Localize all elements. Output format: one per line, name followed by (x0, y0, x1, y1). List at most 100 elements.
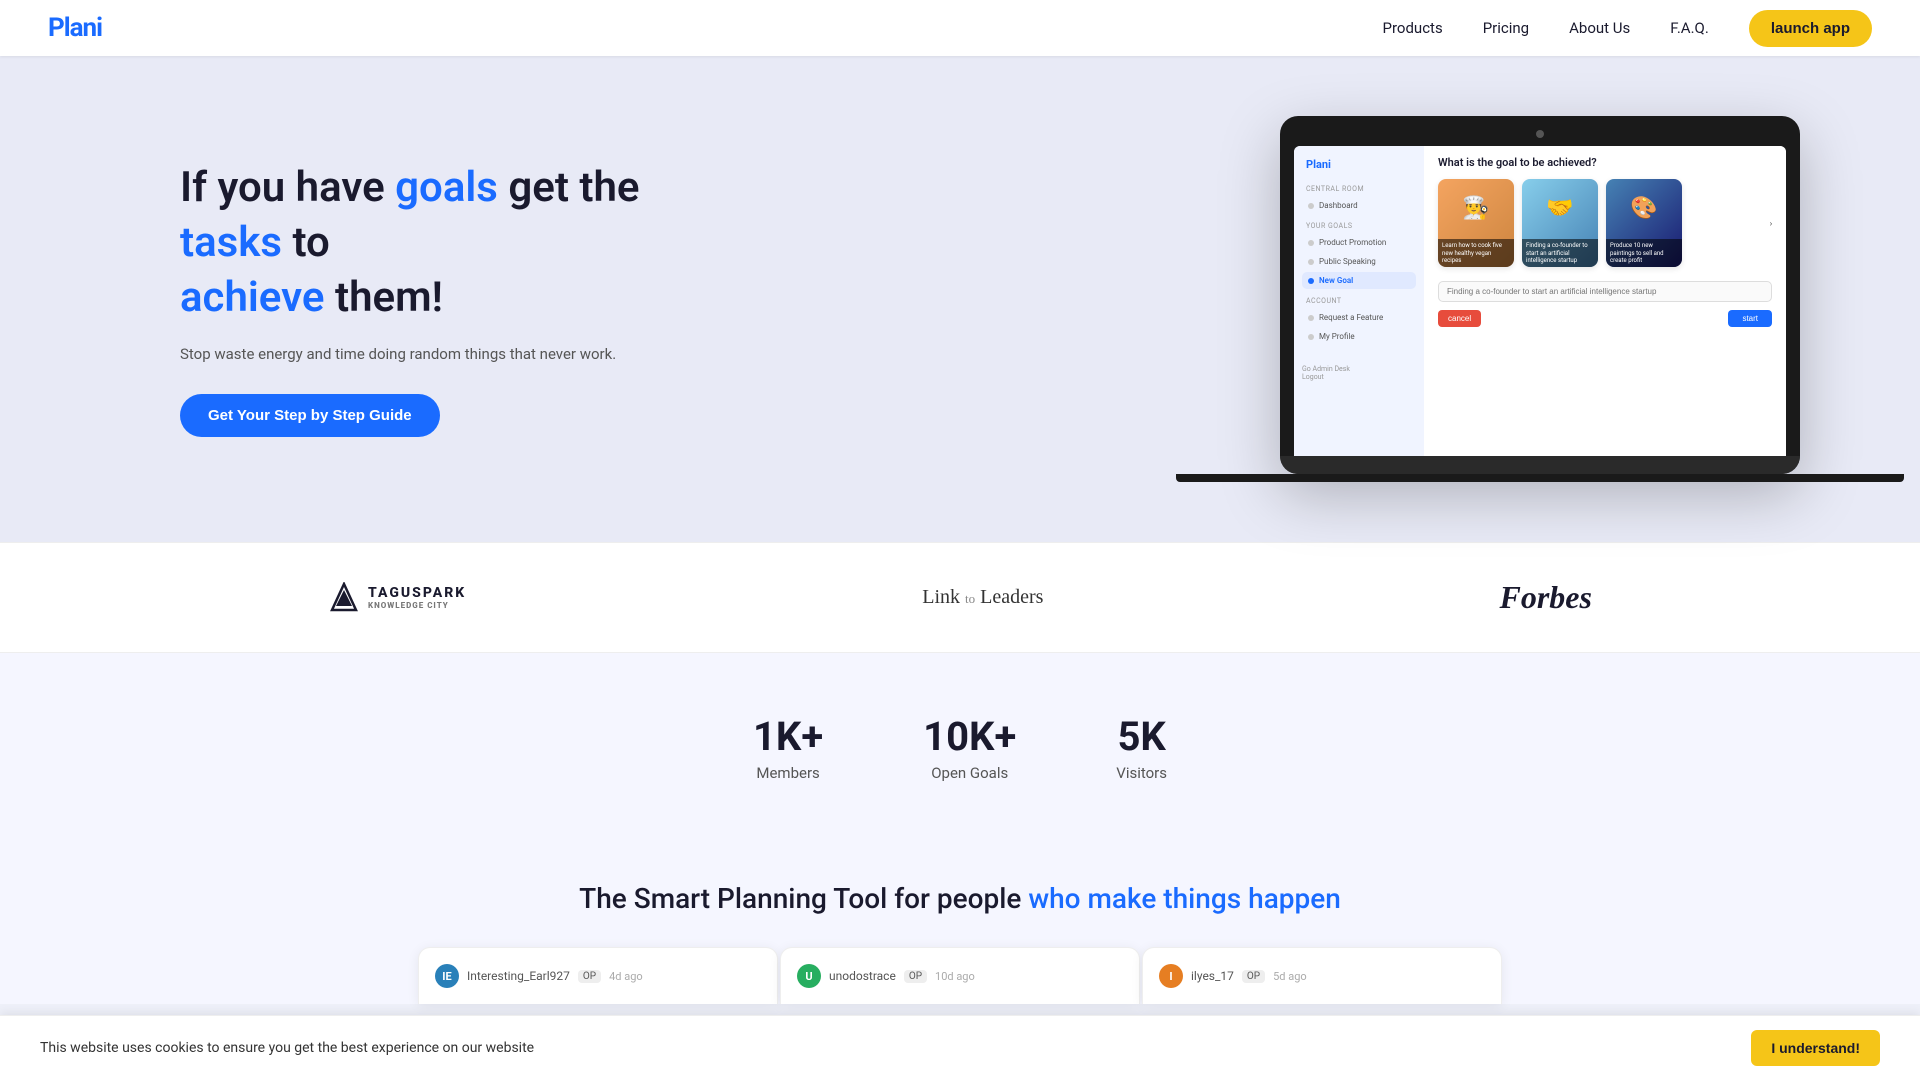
hero-section: If you have goals get the tasks to achiev… (0, 56, 1920, 542)
laptop-mockup: Plani Central Room Dashboard Your Goals … (1280, 116, 1800, 482)
cancel-button[interactable]: cancel (1438, 310, 1481, 327)
stat-members-label: Members (753, 764, 823, 782)
taguspark-subtitle: KNOWLEDGE CITY (368, 601, 466, 610)
preview-card-3: I ilyes_17 OP 5d ago (1142, 947, 1502, 1004)
smart-title-pre: The Smart Planning Tool for people (579, 882, 1028, 915)
sidebar-dot-icon (1308, 240, 1314, 246)
preview-badge-1: OP (578, 970, 601, 983)
taguspark-logo: TAGUSPARK KNOWLEDGE CITY (328, 582, 466, 614)
hero-text-block: If you have goals get the tasks to achiev… (180, 161, 640, 436)
sidebar-active-dot-icon (1308, 278, 1314, 284)
app-footer-logout[interactable]: Logout (1302, 373, 1416, 381)
preview-user-2: unodostrace (829, 969, 896, 983)
link-to-leaders-logo: Link to Leaders (922, 586, 1043, 609)
sidebar-dot-icon (1308, 334, 1314, 340)
preview-avatar-3: I (1159, 964, 1183, 988)
smart-section: The Smart Planning Tool for people who m… (0, 842, 1920, 1004)
headline-tasks: tasks (180, 218, 282, 267)
app-main-content: What is the goal to be achieved? ‹ 👨‍🍳 L… (1424, 146, 1786, 456)
taguspark-icon (328, 582, 360, 614)
sidebar-goal1-label: Product Promotion (1319, 238, 1386, 247)
stat-goals-label: Open Goals (923, 764, 1016, 782)
stat-goals-number: 10K+ (923, 713, 1016, 760)
preview-card-2: U unodostrace OP 10d ago (780, 947, 1140, 1004)
preview-avatar-2: U (797, 964, 821, 988)
cookie-accept-button[interactable]: I understand! (1751, 1030, 1880, 1066)
headline-pre: If you have (180, 163, 395, 212)
goal-card-1[interactable]: 👨‍🍳 Learn how to cook five new healthy v… (1438, 179, 1514, 267)
app-logo: Plani (1302, 156, 1416, 173)
press-section: TAGUSPARK KNOWLEDGE CITY Link to Leaders… (0, 542, 1920, 653)
stats-section: 1K+ Members 10K+ Open Goals 5K Visitors (0, 653, 1920, 842)
preview-card-2-header: U unodostrace OP 10d ago (797, 964, 1123, 988)
sidebar-item-public-speaking[interactable]: Public Speaking (1302, 253, 1416, 270)
footer-logout-label: Logout (1302, 373, 1324, 381)
sidebar-item-request[interactable]: Request a Feature (1302, 309, 1416, 326)
card-label-3: Produce 10 new paintings to sell and cre… (1606, 239, 1682, 267)
preview-cards-row: IE Interesting_Earl927 OP 4d ago U unodo… (0, 947, 1920, 1004)
laptop-screen: Plani Central Room Dashboard Your Goals … (1294, 146, 1786, 456)
goal-card-3[interactable]: 🎨 Produce 10 new paintings to sell and c… (1606, 179, 1682, 267)
cookie-bar: This website uses cookies to ensure you … (0, 1015, 1920, 1080)
sidebar-dot-icon (1308, 203, 1314, 209)
sidebar-goal2-label: Public Speaking (1319, 257, 1376, 266)
preview-card-3-header: I ilyes_17 OP 5d ago (1159, 964, 1485, 988)
logo[interactable]: Plani (48, 13, 102, 43)
hero-headline: If you have goals get the tasks to achiev… (180, 161, 640, 325)
preview-time-1: 4d ago (609, 970, 643, 983)
start-button[interactable]: start (1728, 310, 1772, 327)
sidebar-account1-label: Request a Feature (1319, 313, 1383, 322)
app-sidebar: Plani Central Room Dashboard Your Goals … (1294, 146, 1424, 456)
stat-visitors-number: 5K (1116, 713, 1167, 760)
sidebar-item-profile[interactable]: My Profile (1302, 328, 1416, 345)
forbes-logo: Forbes (1499, 579, 1591, 616)
nav-faq[interactable]: F.A.Q. (1670, 19, 1709, 37)
hero-cta-button[interactable]: Get Your Step by Step Guide (180, 394, 440, 437)
navbar: Plani Products Pricing About Us F.A.Q. l… (0, 0, 1920, 56)
laptop-stand (1176, 474, 1904, 482)
preview-time-3: 5d ago (1273, 970, 1307, 983)
nav-products[interactable]: Products (1383, 19, 1443, 37)
laptop-shell: Plani Central Room Dashboard Your Goals … (1280, 116, 1800, 474)
stat-members-number: 1K+ (753, 713, 823, 760)
stat-members: 1K+ Members (753, 713, 823, 782)
taguspark-name: TAGUSPARK (368, 585, 466, 601)
hero-subtext: Stop waste energy and time doing random … (180, 343, 640, 366)
goal-input[interactable] (1438, 281, 1772, 302)
sidebar-item-new-goal[interactable]: New Goal (1302, 272, 1416, 289)
sidebar-section-central: Central Room (1302, 185, 1416, 193)
card-person-2: 🤝 (1522, 179, 1598, 237)
headline-achieve: achieve (180, 273, 325, 322)
preview-avatar-1: IE (435, 964, 459, 988)
sidebar-item-dashboard[interactable]: Dashboard (1302, 197, 1416, 214)
preview-time-2: 10d ago (935, 970, 975, 983)
launch-app-button[interactable]: launch app (1749, 10, 1872, 47)
nav-pricing[interactable]: Pricing (1483, 19, 1529, 37)
stat-visitors-label: Visitors (1116, 764, 1167, 782)
app-main-question: What is the goal to be achieved? (1438, 156, 1772, 169)
preview-badge-3: OP (1242, 970, 1265, 983)
preview-user-1: Interesting_Earl927 (467, 969, 570, 983)
stat-visitors: 5K Visitors (1116, 713, 1167, 782)
app-input-area (1438, 279, 1772, 310)
sidebar-account2-label: My Profile (1319, 332, 1355, 341)
sidebar-dot-icon (1308, 315, 1314, 321)
footer-admin-label: Go Admin Desk (1302, 365, 1350, 373)
card-person-3: 🎨 (1606, 179, 1682, 237)
goal-card-2[interactable]: 🤝 Finding a co-founder to start an artif… (1522, 179, 1598, 267)
headline-post: to (282, 218, 330, 267)
sidebar-dashboard-label: Dashboard (1319, 201, 1358, 210)
carousel-next-arrow[interactable]: › (1764, 216, 1778, 230)
headline-mid: get the (498, 163, 640, 212)
sidebar-dot-icon (1308, 259, 1314, 265)
preview-card-1-header: IE Interesting_Earl927 OP 4d ago (435, 964, 761, 988)
app-footer-admin[interactable]: Go Admin Desk (1302, 365, 1416, 373)
headline-goals: goals (395, 163, 498, 212)
headline-end: them! (325, 273, 443, 322)
laptop-camera (1536, 130, 1544, 138)
sidebar-item-product-promo[interactable]: Product Promotion (1302, 234, 1416, 251)
nav-about[interactable]: About Us (1569, 19, 1630, 37)
sidebar-goal3-label: New Goal (1319, 276, 1353, 285)
laptop-base (1280, 456, 1800, 474)
app-action-buttons: cancel start (1438, 310, 1772, 327)
